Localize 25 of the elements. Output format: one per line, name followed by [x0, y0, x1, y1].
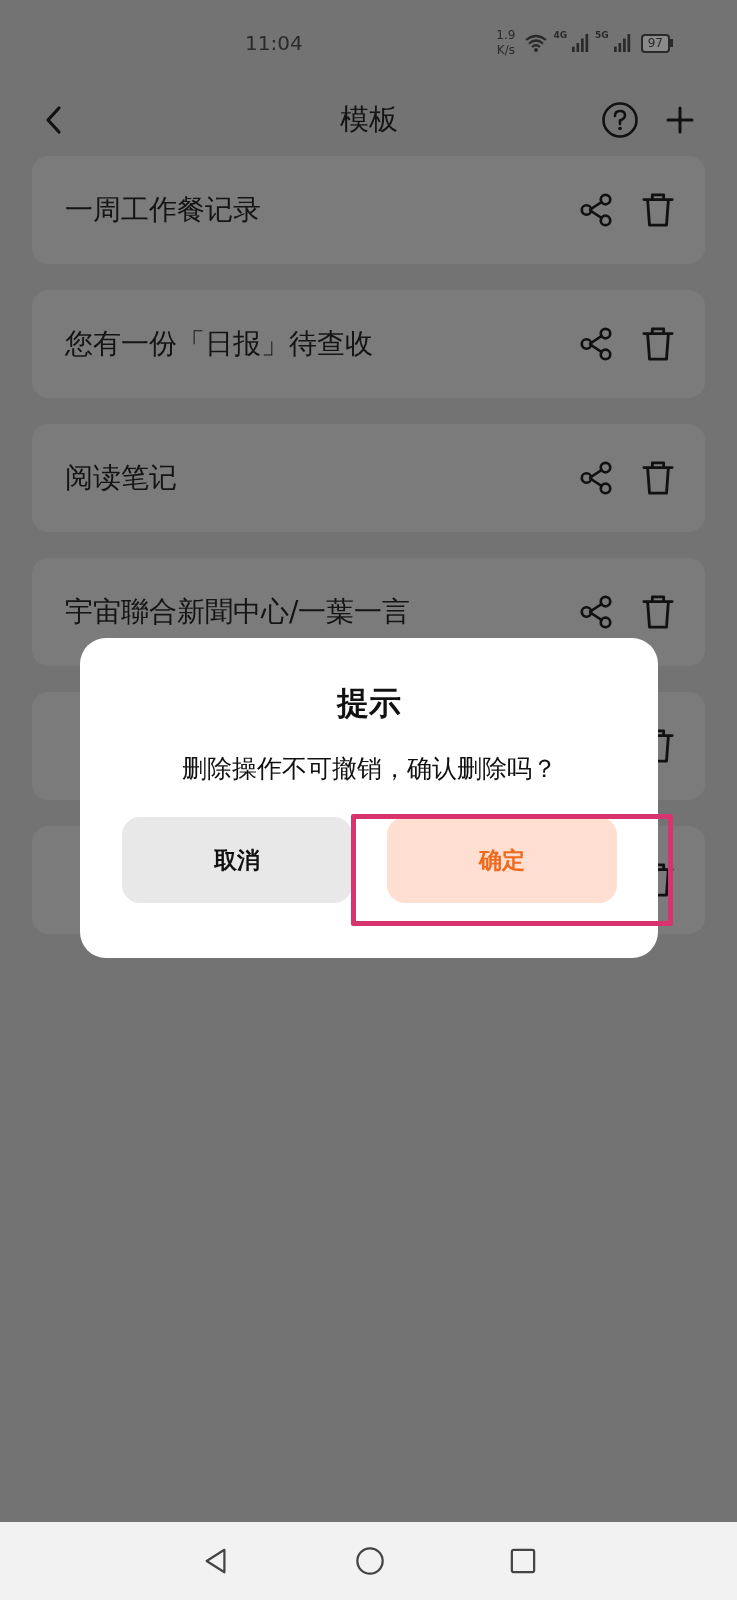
wifi-icon — [524, 33, 549, 53]
dialog-title: 提示 — [337, 683, 401, 724]
template-card[interactable]: 一周工作餐记录 — [32, 156, 705, 264]
share-icon[interactable] — [577, 593, 615, 631]
home-nav-icon[interactable] — [354, 1546, 385, 1576]
template-card[interactable]: 阅读笔记 — [32, 424, 705, 532]
share-icon[interactable] — [577, 459, 615, 497]
battery-icon: 97 — [640, 33, 673, 53]
speed-unit: K/s — [496, 43, 515, 58]
dialog-message: 删除操作不可撤销，确认删除吗？ — [181, 753, 557, 785]
template-card[interactable]: 您有一份「日报」待查收 — [32, 290, 705, 398]
page-title: 模板 — [339, 101, 398, 138]
network-label: 4G — [553, 30, 568, 40]
status-time: 11:04 — [245, 31, 303, 55]
recents-nav-icon[interactable] — [509, 1548, 536, 1574]
speed-value: 1.9 — [496, 28, 516, 43]
signal-icon — [572, 33, 591, 53]
cancel-button[interactable]: 取消 — [121, 817, 352, 903]
share-icon[interactable] — [577, 191, 615, 229]
add-icon[interactable] — [665, 105, 695, 135]
signal-icon — [613, 33, 632, 53]
share-icon[interactable] — [577, 325, 615, 363]
help-icon[interactable] — [601, 101, 639, 139]
confirm-button[interactable]: 确定 — [386, 817, 617, 903]
network-label: 5G — [595, 30, 609, 40]
